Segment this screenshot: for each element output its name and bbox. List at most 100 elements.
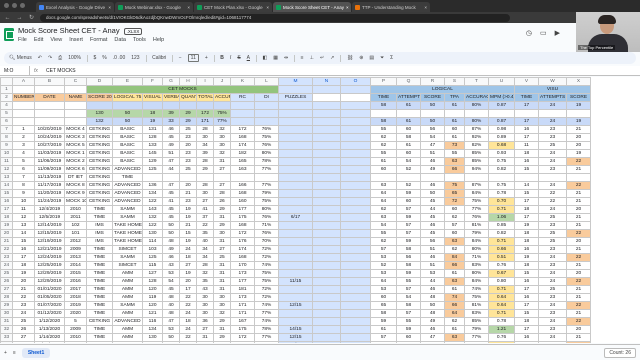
data-cell[interactable]: 52 bbox=[370, 261, 397, 270]
data-cell[interactable]: 25 bbox=[12, 317, 35, 326]
data-cell[interactable]: 74 bbox=[444, 293, 465, 302]
column-header[interactable]: T bbox=[464, 77, 489, 86]
data-cell[interactable]: 10 bbox=[12, 197, 35, 206]
data-cell[interactable]: 87% bbox=[464, 125, 489, 134]
data-cell[interactable]: 12/14/2019 bbox=[34, 221, 65, 230]
summary-cell[interactable] bbox=[112, 101, 143, 110]
data-cell[interactable]: 80% bbox=[464, 245, 489, 254]
data-cell[interactable]: 168 bbox=[230, 221, 255, 230]
data-cell[interactable]: SAMM bbox=[112, 253, 143, 262]
data-cell[interactable]: CETKING bbox=[86, 197, 113, 206]
data-cell[interactable] bbox=[196, 173, 214, 182]
data-cell[interactable]: 5 bbox=[64, 317, 87, 326]
data-cell[interactable] bbox=[312, 277, 341, 286]
summary-cell[interactable]: 50 bbox=[112, 117, 143, 126]
data-cell[interactable] bbox=[312, 189, 341, 198]
data-cell[interactable]: 62 bbox=[370, 133, 397, 142]
data-cell[interactable]: 174 bbox=[230, 141, 255, 150]
data-cell[interactable]: 177 bbox=[230, 205, 255, 214]
table-row[interactable]: 9 3 10/27/2019 MOCK 5 CETKING BASIC 133 49 20 34 3… bbox=[0, 141, 591, 150]
data-cell[interactable]: 17 bbox=[514, 301, 539, 310]
decimal-buttons[interactable]: .0 .00 bbox=[113, 55, 126, 61]
data-cell[interactable]: 45 bbox=[162, 213, 180, 222]
data-cell[interactable] bbox=[312, 181, 341, 190]
table-row[interactable]: 33 27 1/14/2020 2010 TIME AMM 130 50 22 31 29 172 77… bbox=[0, 333, 591, 342]
data-cell[interactable]: 23 bbox=[538, 309, 567, 318]
data-cell[interactable]: TAKE HOME bbox=[112, 237, 143, 246]
data-cell[interactable]: 48 bbox=[420, 309, 445, 318]
row-header[interactable]: 15 bbox=[0, 189, 13, 198]
data-cell[interactable]: 22 bbox=[566, 229, 591, 238]
summary-cell[interactable] bbox=[312, 117, 341, 126]
data-cell[interactable]: 0.78 bbox=[488, 317, 515, 326]
table-row[interactable]: 34281/15/2020101IMSTAKE HOME124492028281… bbox=[0, 341, 591, 343]
data-cell[interactable]: 167 bbox=[230, 317, 255, 326]
summary-cell[interactable]: 17 bbox=[514, 117, 539, 126]
data-cell[interactable]: 25 bbox=[538, 213, 567, 222]
valign-icon[interactable]: ⊥ bbox=[310, 55, 314, 61]
data-cell[interactable]: SAMM bbox=[112, 301, 143, 310]
data-cell[interactable]: 75% bbox=[464, 293, 489, 302]
data-cell[interactable]: MOCK 5 bbox=[64, 141, 87, 150]
cell[interactable] bbox=[278, 85, 313, 94]
header-cell[interactable]: NAME bbox=[64, 93, 87, 102]
data-cell[interactable]: 22 bbox=[566, 277, 591, 286]
data-cell[interactable]: 24 bbox=[538, 157, 567, 166]
data-cell[interactable]: 9 bbox=[12, 189, 35, 198]
row-header[interactable]: 22 bbox=[0, 245, 13, 254]
data-cell[interactable]: 27 bbox=[213, 245, 231, 254]
data-cell[interactable]: 16 bbox=[514, 157, 539, 166]
data-cell[interactable]: 34 bbox=[196, 245, 214, 254]
window-controls[interactable] bbox=[4, 3, 25, 8]
data-cell[interactable]: 22 bbox=[566, 341, 591, 343]
cet-mocks-banner[interactable]: CET MOCKS bbox=[86, 85, 279, 94]
row-header[interactable]: 16 bbox=[0, 197, 13, 206]
data-cell[interactable]: 125 bbox=[142, 253, 163, 262]
data-cell[interactable]: TIME bbox=[86, 277, 113, 286]
data-cell[interactable]: 24 bbox=[538, 317, 567, 326]
summary-cell[interactable]: 58 bbox=[370, 117, 397, 126]
data-cell[interactable] bbox=[312, 301, 341, 310]
data-cell[interactable]: 60 bbox=[370, 165, 397, 174]
data-cell[interactable]: 23 bbox=[538, 245, 567, 254]
data-cell[interactable] bbox=[278, 261, 313, 270]
data-cell[interactable]: 54 bbox=[420, 133, 445, 142]
data-cell[interactable]: 16 bbox=[514, 277, 539, 286]
data-cell[interactable]: 28 bbox=[196, 261, 214, 270]
table-row[interactable]: 17 11 12/4/2019 2010 TIME SAMM 143 45 19 41 29 177 8… bbox=[0, 205, 591, 214]
summary-cell[interactable] bbox=[488, 109, 515, 118]
data-cell[interactable]: 133 bbox=[142, 141, 163, 150]
row-header[interactable]: 34 bbox=[0, 341, 13, 343]
data-cell[interactable]: 72% bbox=[254, 253, 279, 262]
data-cell[interactable]: 51 bbox=[420, 261, 445, 270]
data-cell[interactable] bbox=[312, 149, 341, 158]
align-icon[interactable]: ≡ bbox=[301, 55, 304, 61]
data-cell[interactable]: ADVANCED bbox=[112, 189, 143, 198]
row-header[interactable]: 24 bbox=[0, 261, 13, 270]
summary-cell[interactable] bbox=[12, 101, 35, 110]
data-cell[interactable]: BASIC bbox=[112, 149, 143, 158]
data-cell[interactable]: 63 bbox=[370, 181, 397, 190]
sheet-tab[interactable]: Sheet1 bbox=[21, 347, 51, 358]
data-cell[interactable]: 61 bbox=[396, 141, 421, 150]
data-cell[interactable]: 23 bbox=[179, 149, 197, 158]
column-header[interactable]: J bbox=[213, 77, 231, 86]
table-row[interactable]: 30 24 01/12/2020 2020 TIME AMM 121 48 24 30 32 171 7… bbox=[0, 309, 591, 318]
data-cell[interactable]: 48 bbox=[420, 293, 445, 302]
data-cell[interactable]: TAKE HOME bbox=[112, 341, 143, 343]
data-cell[interactable]: 47 bbox=[420, 341, 445, 343]
data-cell[interactable]: 173 bbox=[230, 293, 255, 302]
data-cell[interactable]: 21 bbox=[566, 165, 591, 174]
data-cell[interactable]: 50 bbox=[162, 221, 180, 230]
data-cell[interactable]: 11/09/2019 bbox=[34, 165, 65, 174]
column-header[interactable]: B bbox=[34, 77, 65, 86]
data-cell[interactable] bbox=[278, 189, 313, 198]
data-cell[interactable]: 57 bbox=[396, 205, 421, 214]
data-cell[interactable]: SAMM bbox=[112, 213, 143, 222]
summary-cell[interactable]: 0.87 bbox=[488, 101, 515, 110]
back-icon[interactable]: ← bbox=[4, 15, 11, 21]
data-cell[interactable]: 124 bbox=[142, 341, 163, 343]
data-cell[interactable]: 18 bbox=[179, 317, 197, 326]
data-cell[interactable]: 76% bbox=[254, 125, 279, 134]
data-cell[interactable]: 24 bbox=[538, 181, 567, 190]
